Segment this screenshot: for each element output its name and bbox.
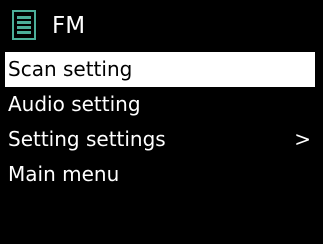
menu-item-label: Setting settings [8,127,166,151]
page-title: FM [52,13,86,39]
radio-list-icon [12,10,36,40]
menu-item-audio-setting[interactable]: Audio setting [0,87,323,122]
menu: Scan setting Audio setting Setting setti… [0,52,323,192]
menu-item-label: Audio setting [8,92,141,116]
submenu-arrow-icon: > [294,127,311,151]
menu-item-label: Scan setting [8,57,133,81]
menu-item-setting-settings[interactable]: Setting settings > [0,122,323,157]
menu-item-scan-setting[interactable]: Scan setting [0,52,323,87]
screen: FM Scan setting Audio setting Setting se… [0,0,323,244]
menu-item-main-menu[interactable]: Main menu [0,157,323,192]
header: FM [0,0,323,46]
menu-item-label: Main menu [8,162,120,186]
